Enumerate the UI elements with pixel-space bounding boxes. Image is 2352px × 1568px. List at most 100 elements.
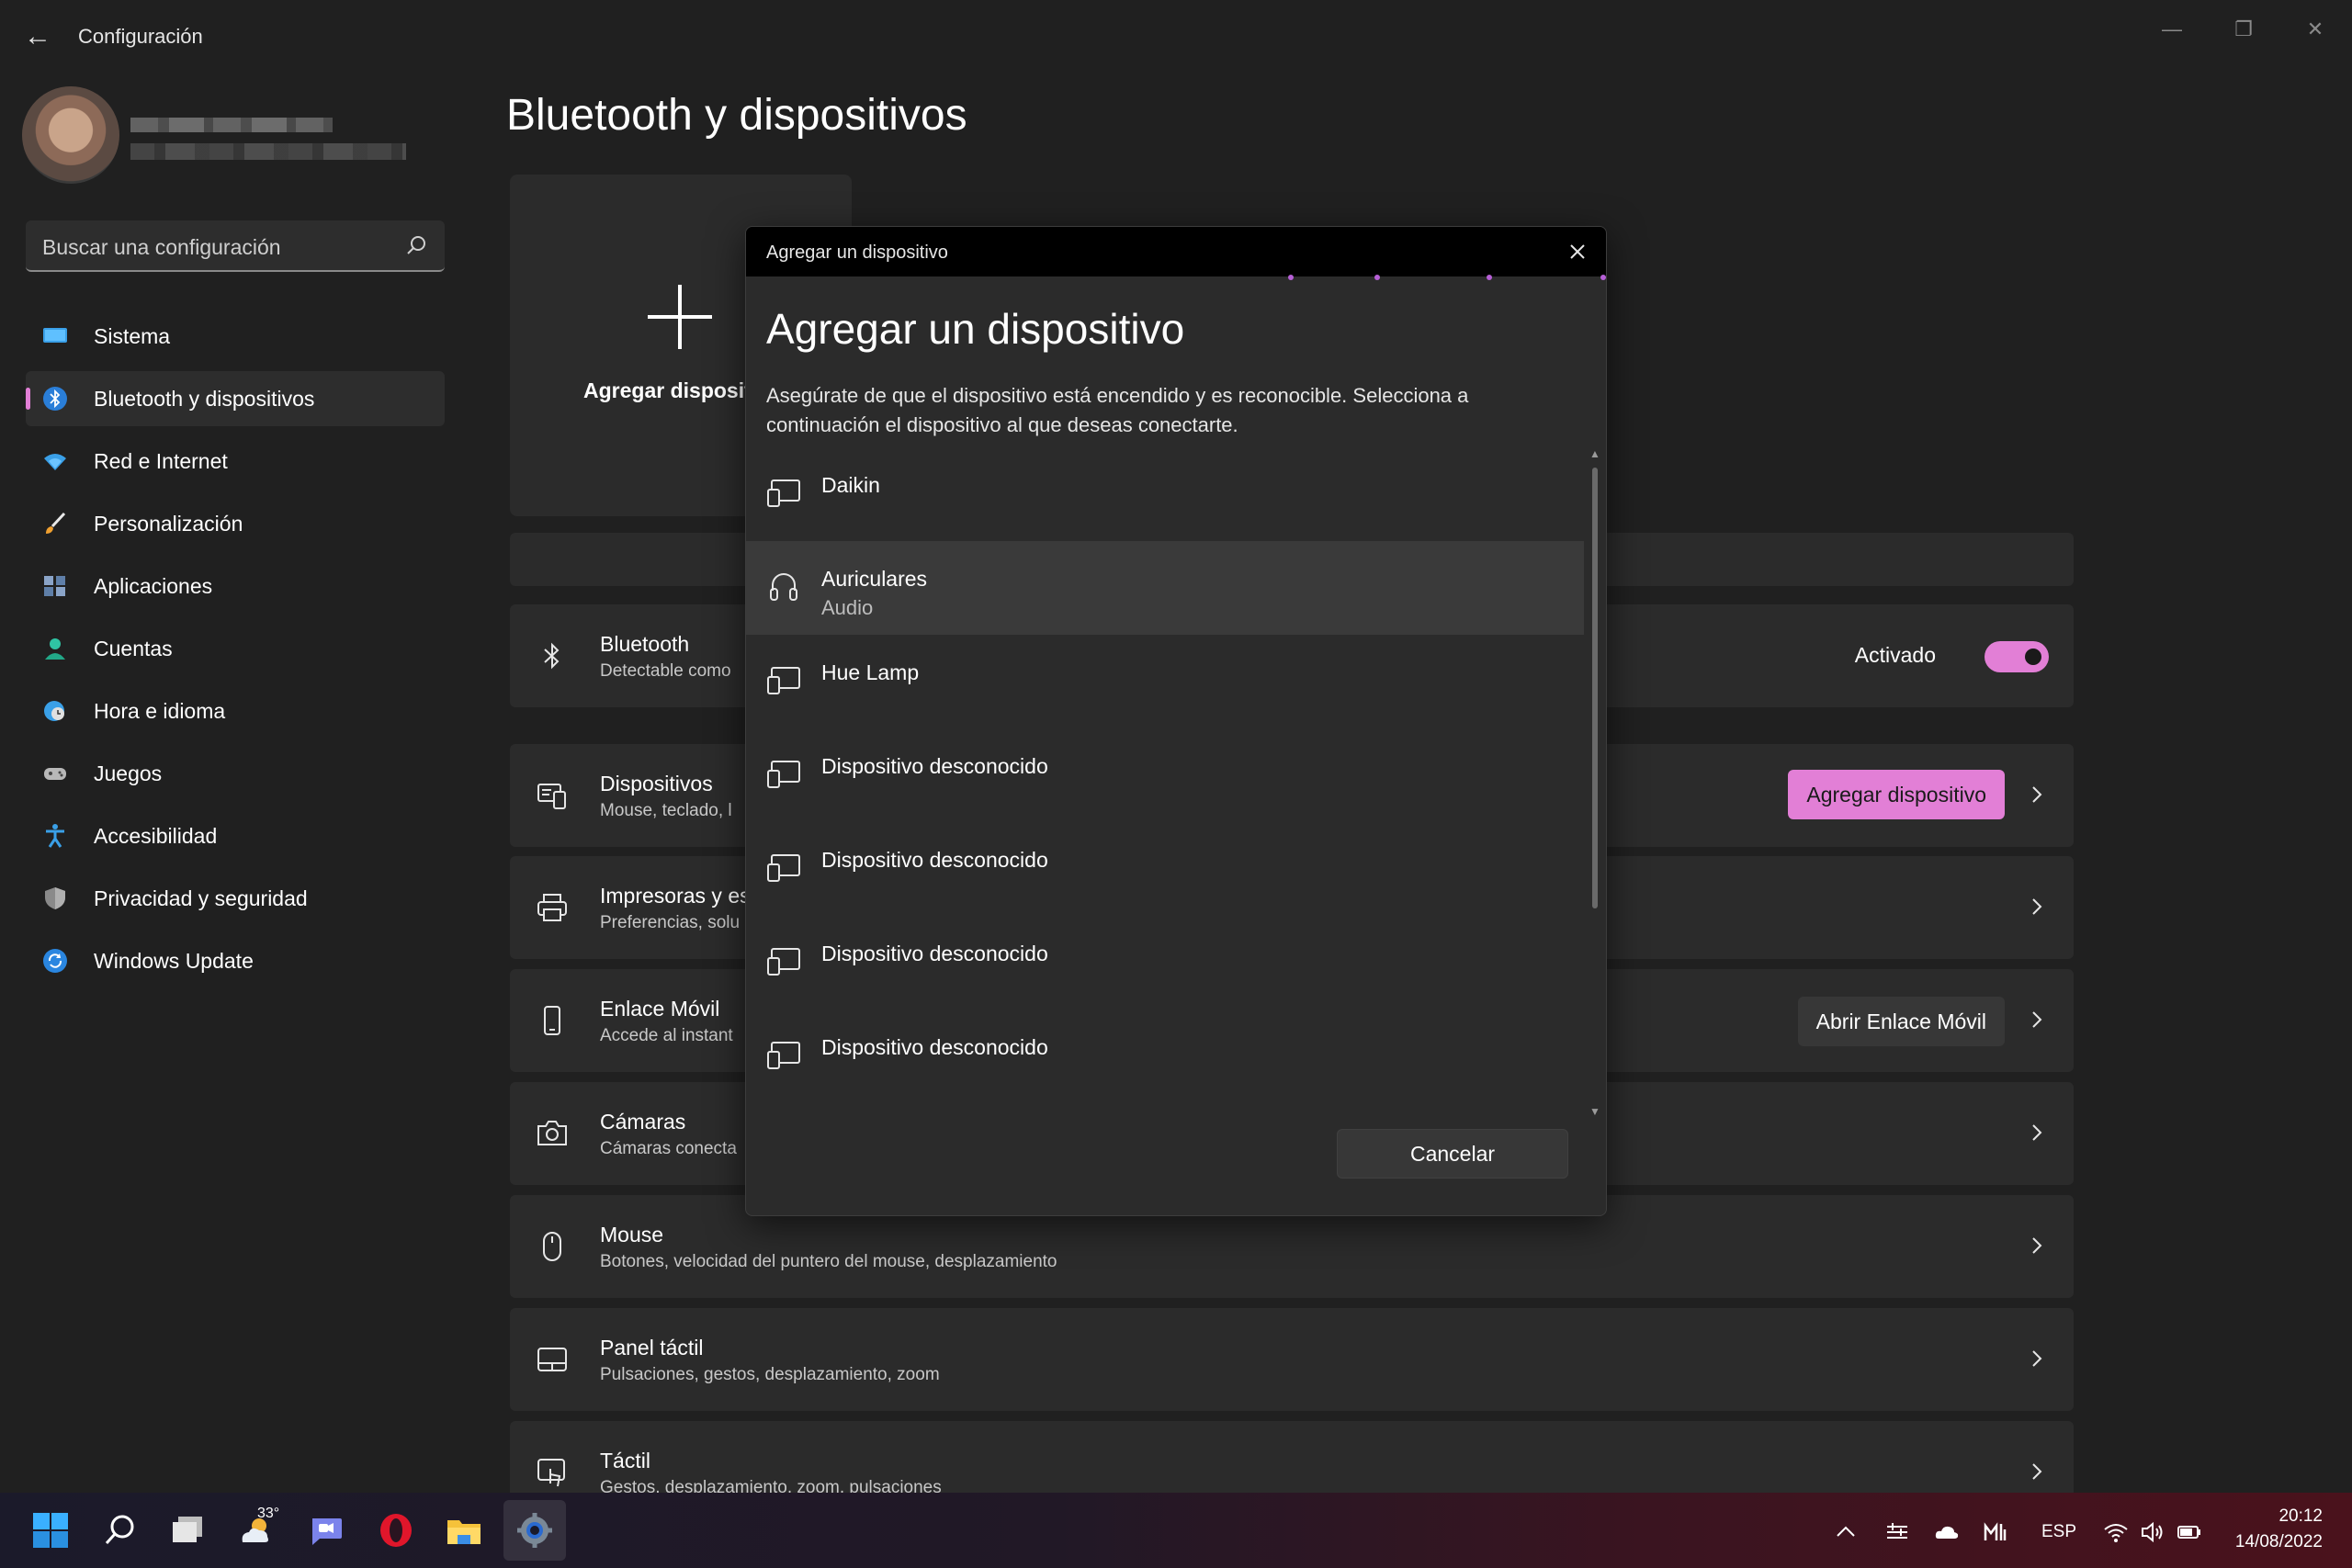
back-arrow-icon[interactable]: ←: [24, 22, 53, 51]
scroll-up-icon[interactable]: ▲: [1589, 447, 1601, 460]
sidebar-item-sistema[interactable]: Sistema: [26, 309, 445, 364]
pen-settings-icon[interactable]: [1885, 1520, 1909, 1544]
device-name: Daikin: [821, 473, 880, 497]
search-box[interactable]: Buscar una configuración: [26, 220, 445, 272]
chevron-right-icon[interactable]: [2028, 783, 2046, 807]
update-icon: [43, 949, 67, 973]
progress-dot: [1600, 275, 1606, 280]
volume-icon[interactable]: [2141, 1520, 2165, 1544]
app-tray-icon[interactable]: [1983, 1520, 2007, 1544]
sidebar-item-label: Hora e idioma: [94, 699, 226, 723]
chevron-right-icon[interactable]: [2028, 1347, 2046, 1371]
bluetooth-toggle[interactable]: [1984, 641, 2049, 672]
devices-icon: [537, 784, 566, 809]
sidebar-item-privacidad[interactable]: Privacidad y seguridad: [26, 871, 445, 926]
add-device-button[interactable]: Agregar dispositivo: [1788, 770, 2005, 819]
teams-chat-icon[interactable]: [307, 1511, 345, 1550]
device-list-item[interactable]: Dispositivo desconocido: [746, 916, 1584, 1010]
cancel-button[interactable]: Cancelar: [1337, 1129, 1568, 1179]
search-input[interactable]: Buscar una configuración: [42, 235, 281, 260]
row-title: Bluetooth: [600, 632, 690, 656]
row-subtitle: Preferencias, solu: [600, 913, 741, 932]
sidebar-item-windows-update[interactable]: Windows Update: [26, 933, 445, 988]
scroll-down-icon[interactable]: ▼: [1589, 1105, 1601, 1118]
profile-email-blurred: [130, 143, 406, 160]
device-list-item[interactable]: Daikin: [746, 447, 1584, 541]
generic-device-icon: [767, 948, 800, 976]
wifi-icon[interactable]: [2104, 1520, 2128, 1544]
chevron-up-icon[interactable]: [1834, 1520, 1858, 1544]
chevron-right-icon[interactable]: [2028, 1121, 2046, 1145]
device-list-item[interactable]: Dispositivo desconocido: [746, 822, 1584, 916]
sidebar-nav: Sistema Bluetooth y dispositivos Red e I…: [26, 309, 445, 996]
opera-icon[interactable]: [377, 1511, 415, 1550]
sidebar-item-personalizacion[interactable]: Personalización: [26, 496, 445, 551]
sidebar-item-label: Bluetooth y dispositivos: [94, 387, 315, 411]
sidebar-item-red[interactable]: Red e Internet: [26, 434, 445, 489]
dialog-window-title: Agregar un dispositivo: [766, 243, 948, 263]
minimize-icon[interactable]: —: [2150, 13, 2194, 46]
device-list: Daikin Auriculares Audio Hue Lamp Dispos…: [746, 447, 1584, 1118]
chevron-right-icon[interactable]: [2028, 1460, 2046, 1483]
scrollbar-thumb[interactable]: [1592, 468, 1598, 908]
clock-time: 20:12: [2278, 1506, 2323, 1526]
onedrive-cloud-icon[interactable]: [1935, 1520, 1959, 1544]
device-list-item[interactable]: Dispositivo desconocido: [746, 728, 1584, 822]
app-title: Configuración: [78, 25, 203, 48]
device-list-scrollbar[interactable]: ▲ ▼: [1588, 447, 1602, 1118]
row-subtitle: Detectable como: [600, 661, 731, 681]
sidebar-item-label: Privacidad y seguridad: [94, 886, 308, 910]
accessibility-icon: [46, 824, 64, 848]
row-title: Táctil: [600, 1449, 650, 1472]
row-subtitle: Cámaras conecta: [600, 1139, 737, 1158]
row-subtitle: Mouse, teclado, l: [600, 801, 732, 820]
windows-start-icon[interactable]: [31, 1511, 70, 1550]
search-icon: [407, 236, 425, 254]
device-name: Hue Lamp: [821, 660, 920, 684]
close-window-icon[interactable]: ✕: [2293, 13, 2337, 46]
touch-icon: [537, 1459, 565, 1487]
sidebar-item-label: Cuentas: [94, 637, 173, 660]
chevron-right-icon[interactable]: [2028, 895, 2046, 919]
sidebar-item-hora[interactable]: Hora e idioma: [26, 683, 445, 739]
row-title: Mouse: [600, 1223, 664, 1247]
battery-icon[interactable]: [2177, 1520, 2201, 1544]
generic-device-icon: [767, 479, 800, 507]
open-phone-link-button[interactable]: Abrir Enlace Móvil: [1797, 997, 2005, 1046]
task-view-icon[interactable]: [169, 1511, 208, 1550]
row-subtitle: Botones, velocidad del puntero del mouse…: [600, 1252, 1057, 1271]
chevron-right-icon[interactable]: [2028, 1008, 2046, 1032]
close-icon[interactable]: [1566, 240, 1589, 264]
title-bar: ← Configuración — ❐ ✕: [0, 0, 2352, 75]
sidebar-item-label: Windows Update: [94, 949, 254, 973]
person-icon: [45, 638, 65, 660]
page-title: Bluetooth y dispositivos: [506, 91, 967, 140]
device-name: Dispositivo desconocido: [821, 754, 1048, 778]
chevron-right-icon[interactable]: [2028, 1234, 2046, 1258]
device-list-item[interactable]: Auriculares Audio: [746, 541, 1584, 635]
printer-icon: [537, 894, 567, 921]
avatar[interactable]: [22, 86, 119, 184]
sidebar-item-label: Accesibilidad: [94, 824, 218, 848]
plus-icon: [648, 285, 712, 349]
generic-device-icon: [767, 1042, 800, 1069]
device-name: Auriculares: [821, 567, 928, 591]
dialog-description: Asegúrate de que el dispositivo está enc…: [766, 384, 1469, 436]
settings-icon[interactable]: [515, 1511, 554, 1550]
sidebar-item-bluetooth[interactable]: Bluetooth y dispositivos: [26, 371, 445, 426]
touchpad-row[interactable]: Panel táctil Pulsaciones, gestos, despla…: [510, 1308, 2074, 1411]
language-indicator[interactable]: ESP: [2041, 1522, 2076, 1542]
sidebar-item-aplicaciones[interactable]: Aplicaciones: [26, 558, 445, 614]
dialog-title-bar: Agregar un dispositivo: [746, 227, 1606, 276]
sidebar-item-accesibilidad[interactable]: Accesibilidad: [26, 808, 445, 863]
device-type: Audio: [821, 596, 874, 619]
clock[interactable]: 20:12 14/08/2022: [2235, 1504, 2323, 1555]
file-explorer-icon[interactable]: [445, 1511, 483, 1550]
device-list-item[interactable]: Hue Lamp: [746, 635, 1584, 728]
sidebar-item-juegos[interactable]: Juegos: [26, 746, 445, 801]
row-title: Panel táctil: [600, 1336, 704, 1359]
restore-icon[interactable]: ❐: [2222, 13, 2266, 46]
sidebar-item-cuentas[interactable]: Cuentas: [26, 621, 445, 676]
device-list-item[interactable]: Dispositivo desconocido: [746, 1010, 1584, 1103]
search-icon[interactable]: [101, 1511, 140, 1550]
